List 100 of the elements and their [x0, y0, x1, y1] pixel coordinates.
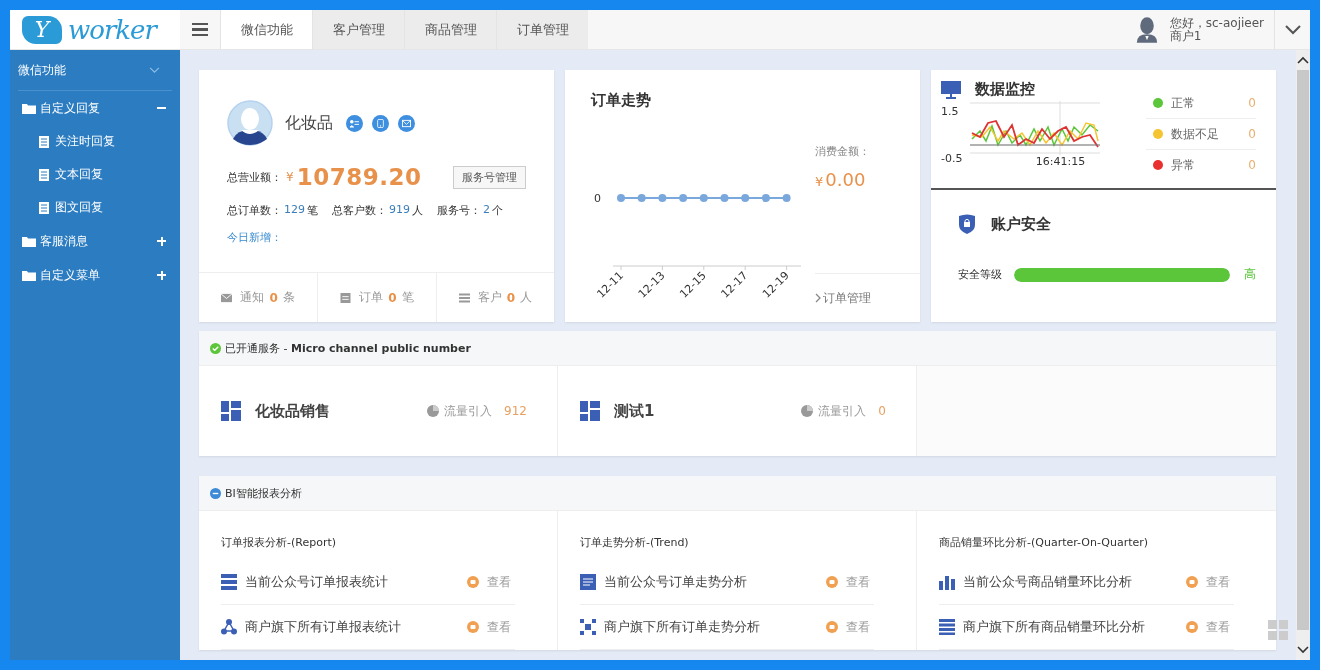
stat-value: 919 — [389, 203, 410, 218]
view-icon — [1186, 576, 1198, 588]
legend-label: 数据不足 — [1171, 125, 1220, 143]
summary-cell[interactable]: 订单 0 笔 — [317, 273, 436, 322]
y-tick-label: 0 — [594, 192, 601, 205]
stat-unit: 笔 — [307, 203, 318, 218]
scrollbar-thumb[interactable] — [1297, 70, 1309, 630]
spend-label: 消费金额： — [815, 145, 870, 158]
mail-icon[interactable] — [398, 114, 415, 132]
logo-wordmark: worker — [68, 14, 156, 45]
sidebar-item[interactable]: 自定义回复 — [10, 91, 180, 125]
card-title: 账户安全 — [991, 214, 1051, 234]
folder-icon — [22, 269, 36, 281]
security-level-label: 安全等级 — [958, 267, 1002, 282]
sidebar-subitem[interactable]: 关注时回复 — [10, 125, 180, 158]
y-tick-label: 1.5 — [941, 105, 960, 118]
sidebar-item[interactable]: 客服消息 — [10, 224, 180, 258]
scroll-down-icon[interactable] — [1297, 646, 1309, 654]
summary-cell[interactable]: 客户 0 人 — [435, 273, 554, 322]
nav-tab[interactable]: 商品管理 — [404, 10, 496, 49]
view-icon — [1186, 621, 1198, 633]
view-link[interactable]: 查看 — [1206, 618, 1230, 636]
document-icon — [580, 574, 596, 590]
service-manage-button[interactable]: 服务号管理 — [453, 165, 526, 189]
order-manage-link[interactable]: 订单管理 — [815, 273, 920, 322]
server-icon — [221, 574, 237, 590]
legend-count: 0 — [1248, 158, 1256, 172]
panel-title: 已开通服务 - Micro channel public number — [225, 340, 471, 356]
view-icon — [467, 576, 479, 588]
document-icon — [39, 135, 49, 148]
time-label: 16:41:15 — [1035, 155, 1086, 168]
view-link[interactable]: 查看 — [487, 618, 511, 636]
list-icon — [939, 619, 955, 635]
document-icon — [39, 168, 49, 181]
expand-icon[interactable] — [157, 236, 166, 246]
nav-tab[interactable]: 订单管理 — [496, 10, 588, 49]
service-tile[interactable]: 化妆品销售 流量引入 912 — [199, 366, 558, 456]
check-circle-icon — [210, 342, 221, 354]
shield-lock-icon — [959, 214, 975, 234]
metric-value: 912 — [504, 404, 527, 418]
scroll-up-icon[interactable] — [1297, 56, 1309, 64]
currency-sign: ¥ — [286, 170, 294, 184]
metric-value: 0 — [878, 404, 886, 418]
logo-letter: Y — [22, 15, 62, 44]
dashboard-icon — [221, 401, 241, 421]
view-icon — [826, 576, 838, 588]
legend-label: 异常 — [1171, 156, 1196, 174]
report-link[interactable]: 商户旗下所有订单走势分析 — [604, 618, 818, 636]
chevron-down-icon — [149, 66, 160, 74]
monitor-icon — [941, 80, 961, 99]
nav-tab[interactable]: 微信功能 — [220, 10, 312, 49]
legend-count: 0 — [1248, 127, 1256, 141]
pie-chart-icon — [801, 405, 814, 417]
spend-amount: 0.00 — [825, 169, 866, 190]
phone-icon[interactable] — [372, 114, 389, 132]
service-name: 化妆品销售 — [255, 401, 331, 421]
sidebar-subitem[interactable]: 文本回复 — [10, 158, 180, 191]
folder-icon — [22, 235, 36, 247]
stat-label: 总订单数： — [227, 203, 282, 218]
service-name: 测试1 — [614, 401, 656, 421]
y-tick-label: -0.5 — [941, 152, 963, 165]
sidebar-subitem[interactable]: 图文回复 — [10, 191, 180, 224]
stat-unit: 个 — [492, 203, 503, 218]
stat-value: 129 — [284, 203, 305, 218]
report-link[interactable]: 当前公众号订单报表统计 — [245, 573, 459, 591]
dashboard-icon — [580, 401, 600, 421]
sidebar-item[interactable]: 自定义菜单 — [10, 258, 180, 292]
list-icon — [458, 292, 470, 303]
currency-sign: ¥ — [815, 174, 824, 189]
store-name: 化妆品 — [285, 112, 333, 134]
network-icon — [221, 619, 237, 635]
logo[interactable]: Y worker — [10, 10, 180, 49]
view-icon — [826, 621, 838, 633]
user-greeting: 您好，sc-aojieer — [1169, 16, 1264, 30]
document-icon — [340, 292, 352, 303]
folder-icon — [22, 102, 36, 114]
sidebar-section-header[interactable]: 微信功能 — [18, 50, 172, 91]
user-avatar-icon — [1135, 15, 1158, 44]
stat-label: 服务号： — [437, 203, 481, 218]
view-link[interactable]: 查看 — [1206, 573, 1230, 591]
report-link[interactable]: 当前公众号商品销量环比分析 — [963, 573, 1178, 591]
legend-label: 正常 — [1171, 94, 1196, 112]
envelope-icon — [221, 292, 233, 303]
report-link[interactable]: 商户旗下所有订单报表统计 — [245, 618, 459, 636]
report-link[interactable]: 商户旗下所有商品销量环比分析 — [963, 618, 1178, 636]
stat-unit: 人 — [412, 203, 423, 218]
report-link[interactable]: 当前公众号订单走势分析 — [604, 573, 818, 591]
view-link[interactable]: 查看 — [846, 618, 870, 636]
document-icon — [39, 201, 49, 214]
bar-chart-icon — [939, 574, 955, 590]
contact-card-icon[interactable] — [346, 114, 363, 132]
expand-icon[interactable] — [157, 270, 166, 280]
view-link[interactable]: 查看 — [487, 573, 511, 591]
nav-tab[interactable]: 客户管理 — [312, 10, 404, 49]
revenue-label: 总营业额： — [227, 169, 282, 185]
scan-frame-icon — [580, 619, 596, 635]
today-new-link[interactable]: 今日新增： — [227, 230, 526, 245]
summary-cell[interactable]: 通知 0 条 — [199, 273, 318, 322]
report-group-title: 订单走势分析-(Trend) — [580, 535, 690, 550]
view-link[interactable]: 查看 — [846, 573, 870, 591]
